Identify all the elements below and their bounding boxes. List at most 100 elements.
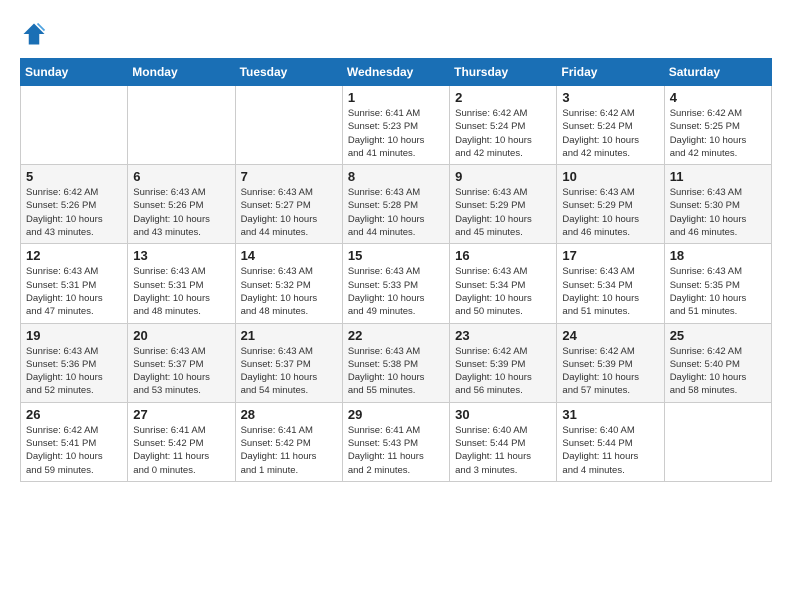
day-info: Sunrise: 6:43 AM Sunset: 5:31 PM Dayligh… bbox=[26, 265, 122, 318]
day-info: Sunrise: 6:43 AM Sunset: 5:27 PM Dayligh… bbox=[241, 186, 337, 239]
day-info: Sunrise: 6:43 AM Sunset: 5:34 PM Dayligh… bbox=[562, 265, 658, 318]
calendar-cell: 18Sunrise: 6:43 AM Sunset: 5:35 PM Dayli… bbox=[664, 244, 771, 323]
weekday-header-saturday: Saturday bbox=[664, 59, 771, 86]
day-number: 4 bbox=[670, 90, 766, 105]
day-number: 22 bbox=[348, 328, 444, 343]
week-row-5: 26Sunrise: 6:42 AM Sunset: 5:41 PM Dayli… bbox=[21, 402, 772, 481]
calendar-cell bbox=[21, 86, 128, 165]
calendar-cell: 5 Sunrise: 6:42 AM Sunset: 5:26 PM Daylig… bbox=[21, 165, 128, 244]
calendar-cell: 6 Sunrise: 6:43 AM Sunset: 5:26 PM Daylig… bbox=[128, 165, 235, 244]
day-number: 1 bbox=[348, 90, 444, 105]
calendar-cell: 15Sunrise: 6:43 AM Sunset: 5:33 PM Dayli… bbox=[342, 244, 449, 323]
calendar-cell bbox=[664, 402, 771, 481]
calendar-cell bbox=[235, 86, 342, 165]
weekday-header-row: SundayMondayTuesdayWednesdayThursdayFrid… bbox=[21, 59, 772, 86]
day-info: Sunrise: 6:43 AM Sunset: 5:30 PM Dayligh… bbox=[670, 186, 766, 239]
day-number: 18 bbox=[670, 248, 766, 263]
day-info: Sunrise: 6:43 AM Sunset: 5:31 PM Dayligh… bbox=[133, 265, 229, 318]
calendar-table: SundayMondayTuesdayWednesdayThursdayFrid… bbox=[20, 58, 772, 482]
logo bbox=[20, 20, 52, 48]
day-info: Sunrise: 6:42 AM Sunset: 5:24 PM Dayligh… bbox=[455, 107, 551, 160]
day-info: Sunrise: 6:42 AM Sunset: 5:26 PM Dayligh… bbox=[26, 186, 122, 239]
day-number: 8 bbox=[348, 169, 444, 184]
week-row-3: 12 Sunrise: 6:43 AM Sunset: 5:31 PM Dayli… bbox=[21, 244, 772, 323]
day-info: Sunrise: 6:42 AM Sunset: 5:25 PM Dayligh… bbox=[670, 107, 766, 160]
day-number: 13 bbox=[133, 248, 229, 263]
day-info: Sunrise: 6:43 AM Sunset: 5:29 PM Dayligh… bbox=[455, 186, 551, 239]
calendar-cell: 3 Sunrise: 6:42 AM Sunset: 5:24 PM Daylig… bbox=[557, 86, 664, 165]
calendar-cell: 20 Sunrise: 6:43 AM Sunset: 5:37 PM Dayli… bbox=[128, 323, 235, 402]
day-info: Sunrise: 6:43 AM Sunset: 5:28 PM Dayligh… bbox=[348, 186, 444, 239]
day-number: 3 bbox=[562, 90, 658, 105]
calendar-cell: 7 Sunrise: 6:43 AM Sunset: 5:27 PM Daylig… bbox=[235, 165, 342, 244]
calendar-cell: 8 Sunrise: 6:43 AM Sunset: 5:28 PM Daylig… bbox=[342, 165, 449, 244]
day-number: 14 bbox=[241, 248, 337, 263]
day-number: 11 bbox=[670, 169, 766, 184]
day-info: Sunrise: 6:41 AM Sunset: 5:42 PM Dayligh… bbox=[241, 424, 337, 477]
day-info: Sunrise: 6:43 AM Sunset: 5:34 PM Dayligh… bbox=[455, 265, 551, 318]
week-row-4: 19Sunrise: 6:43 AM Sunset: 5:36 PM Dayli… bbox=[21, 323, 772, 402]
day-number: 20 bbox=[133, 328, 229, 343]
weekday-header-wednesday: Wednesday bbox=[342, 59, 449, 86]
calendar-cell: 10Sunrise: 6:43 AM Sunset: 5:29 PM Dayli… bbox=[557, 165, 664, 244]
calendar-cell: 30 Sunrise: 6:40 AM Sunset: 5:44 PM Dayli… bbox=[450, 402, 557, 481]
day-info: Sunrise: 6:42 AM Sunset: 5:40 PM Dayligh… bbox=[670, 345, 766, 398]
calendar-cell: 11 Sunrise: 6:43 AM Sunset: 5:30 PM Dayli… bbox=[664, 165, 771, 244]
day-number: 28 bbox=[241, 407, 337, 422]
day-number: 6 bbox=[133, 169, 229, 184]
day-number: 16 bbox=[455, 248, 551, 263]
day-number: 21 bbox=[241, 328, 337, 343]
day-number: 2 bbox=[455, 90, 551, 105]
weekday-header-monday: Monday bbox=[128, 59, 235, 86]
weekday-header-thursday: Thursday bbox=[450, 59, 557, 86]
calendar-cell: 17 Sunrise: 6:43 AM Sunset: 5:34 PM Dayli… bbox=[557, 244, 664, 323]
day-number: 27 bbox=[133, 407, 229, 422]
day-info: Sunrise: 6:43 AM Sunset: 5:37 PM Dayligh… bbox=[133, 345, 229, 398]
calendar-cell: 12 Sunrise: 6:43 AM Sunset: 5:31 PM Dayli… bbox=[21, 244, 128, 323]
calendar-cell: 29 Sunrise: 6:41 AM Sunset: 5:43 PM Dayli… bbox=[342, 402, 449, 481]
week-row-1: 1 Sunrise: 6:41 AM Sunset: 5:23 PM Daylig… bbox=[21, 86, 772, 165]
day-info: Sunrise: 6:40 AM Sunset: 5:44 PM Dayligh… bbox=[562, 424, 658, 477]
day-info: Sunrise: 6:42 AM Sunset: 5:39 PM Dayligh… bbox=[562, 345, 658, 398]
day-number: 19 bbox=[26, 328, 122, 343]
calendar-cell: 2 Sunrise: 6:42 AM Sunset: 5:24 PM Daylig… bbox=[450, 86, 557, 165]
day-number: 17 bbox=[562, 248, 658, 263]
day-number: 23 bbox=[455, 328, 551, 343]
calendar-cell: 28 Sunrise: 6:41 AM Sunset: 5:42 PM Dayli… bbox=[235, 402, 342, 481]
day-number: 26 bbox=[26, 407, 122, 422]
calendar-cell: 19Sunrise: 6:43 AM Sunset: 5:36 PM Dayli… bbox=[21, 323, 128, 402]
calendar-cell: 1 Sunrise: 6:41 AM Sunset: 5:23 PM Daylig… bbox=[342, 86, 449, 165]
day-number: 30 bbox=[455, 407, 551, 422]
day-info: Sunrise: 6:43 AM Sunset: 5:26 PM Dayligh… bbox=[133, 186, 229, 239]
day-info: Sunrise: 6:41 AM Sunset: 5:23 PM Dayligh… bbox=[348, 107, 444, 160]
calendar-cell: 23Sunrise: 6:42 AM Sunset: 5:39 PM Dayli… bbox=[450, 323, 557, 402]
calendar-cell: 25 Sunrise: 6:42 AM Sunset: 5:40 PM Dayli… bbox=[664, 323, 771, 402]
calendar-cell: 31 Sunrise: 6:40 AM Sunset: 5:44 PM Dayli… bbox=[557, 402, 664, 481]
day-number: 7 bbox=[241, 169, 337, 184]
week-row-2: 5 Sunrise: 6:42 AM Sunset: 5:26 PM Daylig… bbox=[21, 165, 772, 244]
weekday-header-friday: Friday bbox=[557, 59, 664, 86]
calendar-cell: 13 Sunrise: 6:43 AM Sunset: 5:31 PM Dayli… bbox=[128, 244, 235, 323]
day-info: Sunrise: 6:42 AM Sunset: 5:24 PM Dayligh… bbox=[562, 107, 658, 160]
day-number: 25 bbox=[670, 328, 766, 343]
day-number: 5 bbox=[26, 169, 122, 184]
calendar-cell bbox=[128, 86, 235, 165]
calendar-cell: 24Sunrise: 6:42 AM Sunset: 5:39 PM Dayli… bbox=[557, 323, 664, 402]
calendar-cell: 4 Sunrise: 6:42 AM Sunset: 5:25 PM Daylig… bbox=[664, 86, 771, 165]
calendar-cell: 27 Sunrise: 6:41 AM Sunset: 5:42 PM Dayli… bbox=[128, 402, 235, 481]
day-info: Sunrise: 6:43 AM Sunset: 5:32 PM Dayligh… bbox=[241, 265, 337, 318]
day-info: Sunrise: 6:41 AM Sunset: 5:42 PM Dayligh… bbox=[133, 424, 229, 477]
logo-icon bbox=[20, 20, 48, 48]
day-number: 15 bbox=[348, 248, 444, 263]
calendar-cell: 22Sunrise: 6:43 AM Sunset: 5:38 PM Dayli… bbox=[342, 323, 449, 402]
day-info: Sunrise: 6:40 AM Sunset: 5:44 PM Dayligh… bbox=[455, 424, 551, 477]
day-info: Sunrise: 6:43 AM Sunset: 5:37 PM Dayligh… bbox=[241, 345, 337, 398]
calendar-cell: 16 Sunrise: 6:43 AM Sunset: 5:34 PM Dayli… bbox=[450, 244, 557, 323]
calendar-cell: 26Sunrise: 6:42 AM Sunset: 5:41 PM Dayli… bbox=[21, 402, 128, 481]
day-number: 12 bbox=[26, 248, 122, 263]
day-info: Sunrise: 6:41 AM Sunset: 5:43 PM Dayligh… bbox=[348, 424, 444, 477]
day-number: 29 bbox=[348, 407, 444, 422]
calendar-cell: 14 Sunrise: 6:43 AM Sunset: 5:32 PM Dayli… bbox=[235, 244, 342, 323]
day-number: 31 bbox=[562, 407, 658, 422]
day-number: 9 bbox=[455, 169, 551, 184]
